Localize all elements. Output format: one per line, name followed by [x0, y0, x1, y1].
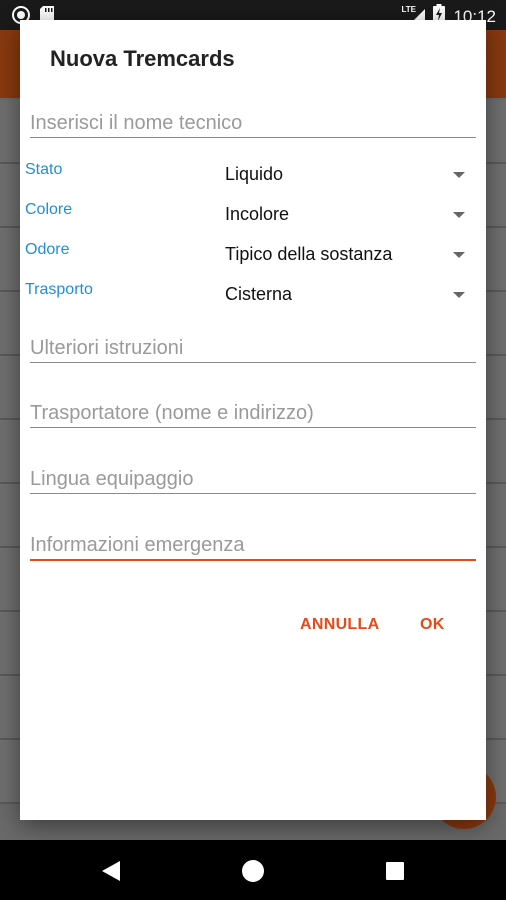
dropdown-arrow-icon — [453, 212, 465, 218]
dropdown-arrow-icon — [453, 292, 465, 298]
technical-name-input[interactable]: Inserisci il nome tecnico — [30, 112, 476, 138]
new-tremcard-dialog: Nuova Tremcards Inserisci il nome tecnic… — [20, 20, 486, 820]
home-icon[interactable] — [240, 858, 266, 884]
further-instructions-input[interactable]: Ulteriori istruzioni — [30, 337, 476, 363]
trasporto-spinner[interactable]: Cisterna — [225, 284, 465, 310]
colore-spinner[interactable]: Incolore — [225, 204, 465, 230]
dialog-title: Nuova Tremcards — [50, 46, 235, 71]
recents-icon[interactable] — [382, 858, 408, 884]
cancel-button[interactable]: ANNULLA — [300, 616, 379, 634]
navigation-bar — [0, 840, 506, 900]
dropdown-arrow-icon — [453, 252, 465, 258]
stato-value: Liquido — [225, 164, 284, 184]
stato-spinner[interactable]: Liquido — [225, 164, 465, 190]
emergency-info-input[interactable]: Informazioni emergenza — [30, 534, 476, 561]
carrier-input[interactable]: Trasportatore (nome e indirizzo) — [30, 402, 476, 428]
odore-spinner[interactable]: Tipico della sostanza — [225, 244, 465, 270]
back-icon[interactable] — [98, 858, 124, 884]
ok-button[interactable]: OK — [420, 616, 445, 634]
trasporto-label: Trasporto — [25, 281, 93, 298]
stato-label: Stato — [25, 161, 63, 178]
trasporto-value: Cisterna — [225, 284, 293, 304]
odore-label: Odore — [25, 241, 70, 258]
colore-label: Colore — [25, 201, 73, 218]
crew-language-input[interactable]: Lingua equipaggio — [30, 468, 476, 494]
odore-value: Tipico della sostanza — [225, 244, 393, 264]
dropdown-arrow-icon — [453, 172, 465, 178]
colore-value: Incolore — [225, 204, 290, 224]
